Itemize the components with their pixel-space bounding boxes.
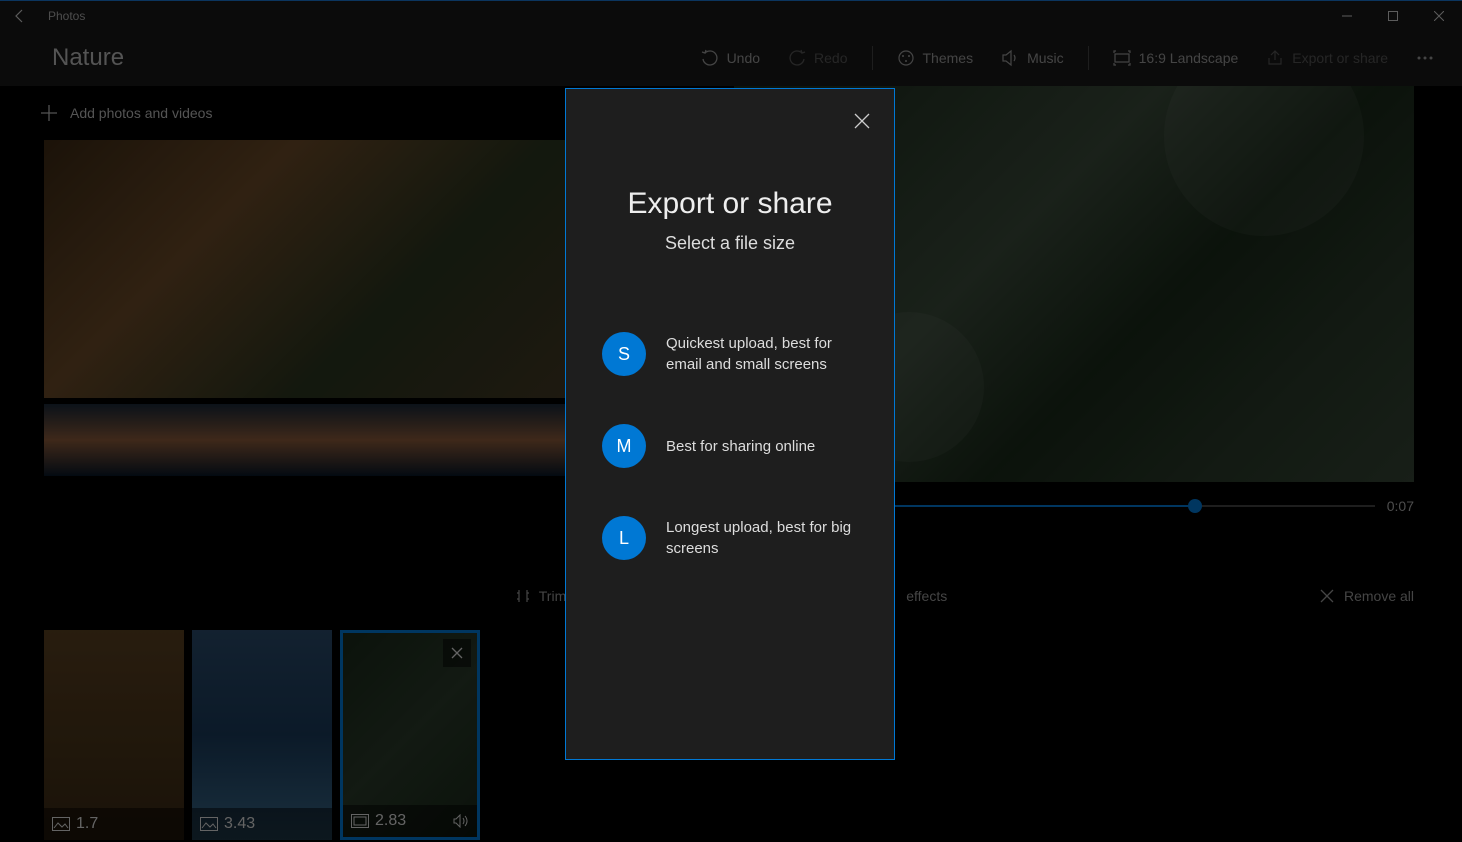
size-badge: L — [602, 516, 646, 560]
size-option-small[interactable]: S Quickest upload, best for email and sm… — [602, 332, 858, 376]
dialog-close-button[interactable] — [846, 105, 878, 137]
size-desc: Quickest upload, best for email and smal… — [666, 333, 858, 375]
dialog-title: Export or share — [590, 187, 870, 221]
export-dialog: Export or share Select a file size S Qui… — [565, 88, 895, 760]
dialog-subtitle: Select a file size — [590, 233, 870, 254]
size-option-large[interactable]: L Longest upload, best for big screens — [602, 516, 858, 560]
size-desc: Longest upload, best for big screens — [666, 517, 858, 559]
size-desc: Best for sharing online — [666, 436, 815, 457]
size-badge: M — [602, 424, 646, 468]
size-option-medium[interactable]: M Best for sharing online — [602, 424, 858, 468]
size-badge: S — [602, 332, 646, 376]
